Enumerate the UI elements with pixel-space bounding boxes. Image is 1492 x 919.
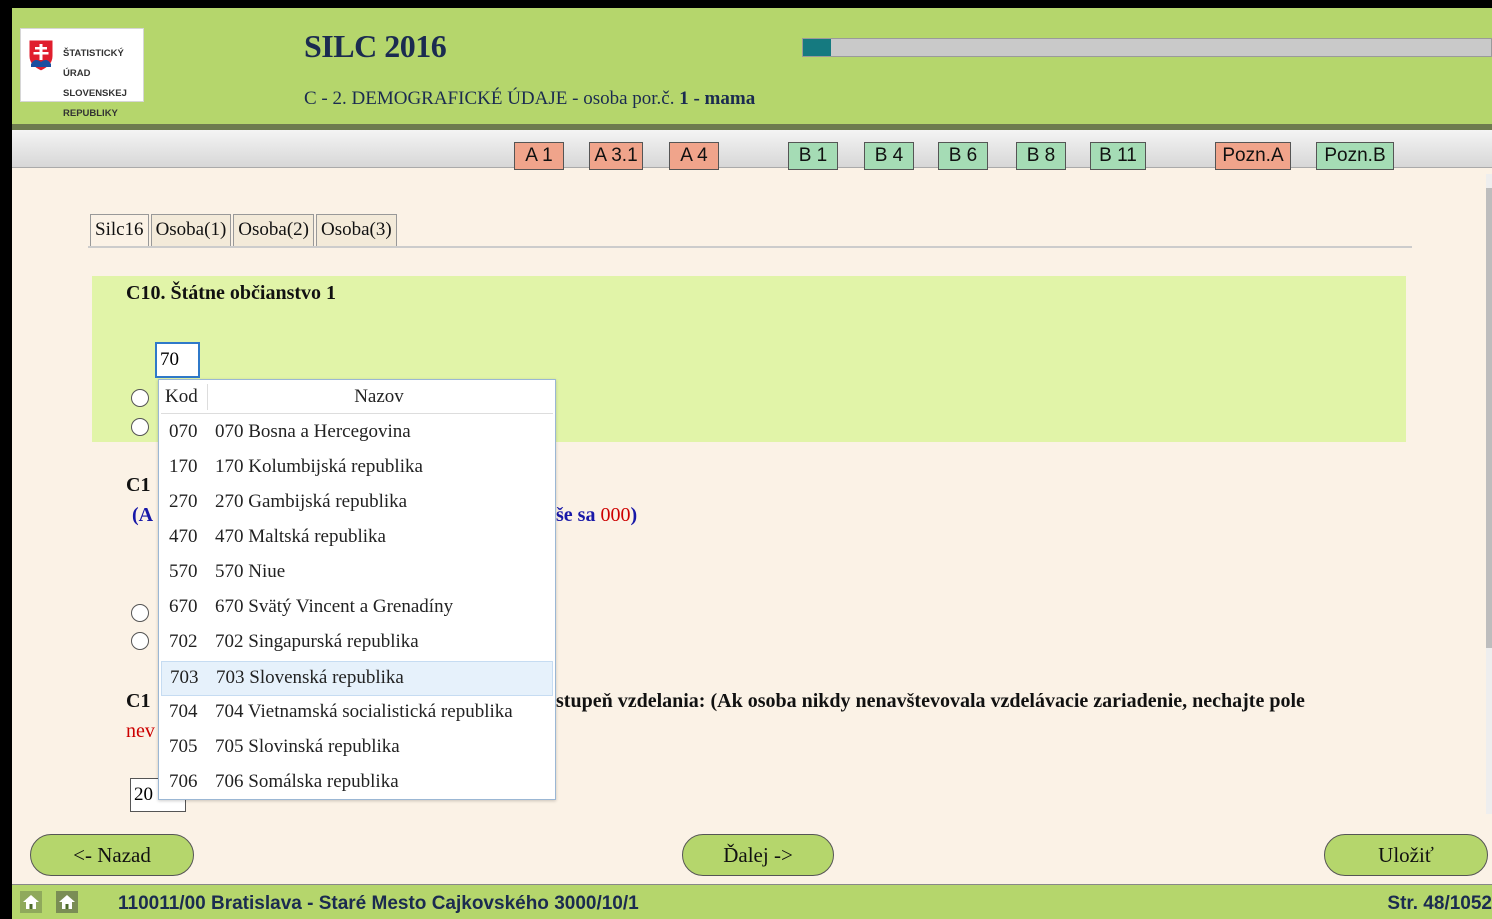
tab-osoba-1[interactable]: Osoba(1) [150,214,232,246]
dropdown-option[interactable]: 702 702 Singapurská republika [161,626,553,661]
tab-osoba-3[interactable]: Osoba(3) [315,214,397,246]
logo-text: ŠTATISTICKÝ ÚRAD SLOVENSKEJ REPUBLIKY [63,39,143,129]
page-counter: Str. 48/1052 [1387,893,1492,914]
logo-line: REPUBLIKY [63,108,118,119]
dropdown-header: Kod Nazov [161,382,553,414]
next-button[interactable]: Ďalej -> [682,834,834,876]
option-code: 705 [169,736,198,757]
app-window: ŠTATISTICKÝ ÚRAD SLOVENSKEJ REPUBLIKY SI… [12,8,1492,919]
home-person-icon[interactable] [56,891,78,913]
statistics-office-logo: ŠTATISTICKÝ ÚRAD SLOVENSKEJ REPUBLIKY [20,28,144,119]
section-subtitle: C - 2. DEMOGRAFICKÉ ÚDAJE - osoba por.č.… [304,88,755,110]
option-name: 070 Bosna a Hercegovina [215,421,411,442]
progress-fill [803,39,831,56]
subtitle-text: C - 2. DEMOGRAFICKÉ ÚDAJE - osoba por.č. [304,88,680,109]
option-name: 706 Somálska republika [215,771,399,792]
option-code: 704 [169,701,198,722]
option-name: 705 Slovinská republika [215,736,400,757]
option-name: 570 Niue [215,561,286,582]
household-address: 110011/00 Bratislava - Staré Mesto Cajko… [118,893,639,914]
option-code: 702 [169,631,198,652]
tab-osoba-2[interactable]: Osoba(2) [233,214,314,246]
c10-option-radio[interactable] [131,389,149,407]
note-code: 000 [600,504,631,526]
c11-option-radio[interactable] [131,632,149,650]
nav-button-a1[interactable]: A 1 [514,142,564,170]
dropdown-col-code: Kod [165,386,198,407]
question-c12-text: stupeň vzdelania: (Ak osoba nikdy nenavš… [556,690,1305,712]
option-code: 070 [169,421,198,442]
question-c11-note-start: (A [132,504,154,526]
option-code: 170 [169,456,198,477]
note-text: še sa [556,504,601,526]
question-c11-label: C1 [126,474,151,496]
dropdown-option[interactable]: 270 270 Gambijská republika [161,486,553,521]
tab-divider [88,246,1412,248]
tab-silc16[interactable]: Silc16 [90,214,149,248]
dropdown-option[interactable]: 170 170 Kolumbijská republika [161,451,553,486]
option-code: 570 [169,561,198,582]
back-button[interactable]: <- Nazad [30,834,194,876]
nav-button-pozn-a[interactable]: Pozn.A [1215,142,1291,170]
option-name: 270 Gambijská republika [215,491,408,512]
dropdown-option[interactable]: 070 070 Bosna a Hercegovina [161,416,553,451]
person-tabs: Silc16 Osoba(1) Osoba(2) Osoba(3) [90,214,399,248]
nav-button-b6[interactable]: B 6 [938,142,988,170]
progress-bar [802,38,1492,57]
logo-line: ÚRAD [63,68,91,79]
survey-title: SILC 2016 [304,28,447,64]
save-button[interactable]: Uložiť [1324,834,1488,876]
section-nav-bar: A 1 A 3.1 A 4 B 1 B 4 B 6 B 8 B 11 Pozn.… [12,130,1492,170]
option-code: 270 [169,491,198,512]
page-scrollbar-thumb[interactable] [1486,188,1492,648]
citizenship-code-input[interactable] [155,342,200,378]
question-c12-label: C1 [126,690,151,712]
option-code: 706 [169,771,198,792]
option-name: 704 Vietnamská socialistická republika [215,701,513,722]
nav-button-b8[interactable]: B 8 [1016,142,1066,170]
question-c12-note: nev [126,720,155,742]
dropdown-option[interactable]: 705 705 Slovinská republika [161,731,553,766]
person-name: 1 - mama [679,88,756,109]
option-code: 703 [170,667,199,688]
header: ŠTATISTICKÝ ÚRAD SLOVENSKEJ REPUBLIKY SI… [12,8,1492,130]
option-name: 702 Singapurská republika [215,631,419,652]
dropdown-option[interactable]: 703 703 Slovenská republika [161,661,553,696]
option-name: 703 Slovenská republika [216,667,404,688]
c10-option-radio[interactable] [131,418,149,436]
nav-button-a4[interactable]: A 4 [669,142,719,170]
c11-option-radio[interactable] [131,604,149,622]
option-code: 470 [169,526,198,547]
nav-button-a3-1[interactable]: A 3.1 [589,142,643,170]
dropdown-option[interactable]: 670 670 Svätý Vincent a Grenadíny [161,591,553,626]
option-name: 470 Maltská republika [215,526,386,547]
option-name: 670 Svätý Vincent a Grenadíny [215,596,454,617]
dropdown-option[interactable]: 470 470 Maltská republika [161,521,553,556]
question-c11-note-end: še sa 000) [556,504,637,527]
nav-button-pozn-b[interactable]: Pozn.B [1316,142,1394,170]
nav-button-b1[interactable]: B 1 [788,142,838,170]
nav-button-b11[interactable]: B 11 [1090,142,1146,170]
home-icon[interactable] [20,891,42,913]
citizenship-autocomplete-dropdown: Kod Nazov 070 070 Bosna a Hercegovina 170 1… [158,379,556,800]
dropdown-option[interactable]: 706 706 Somálska republika [161,766,553,801]
dropdown-option[interactable]: 570 570 Niue [161,556,553,591]
status-bar: 110011/00 Bratislava - Staré Mesto Cajko… [12,884,1492,919]
option-name: 170 Kolumbijská republika [215,456,423,477]
column-divider [207,384,208,410]
question-c10-label: C10. Štátne občianstvo 1 [126,282,337,304]
logo-line: SLOVENSKEJ [63,88,127,99]
option-code: 670 [169,596,198,617]
dropdown-col-name: Nazov [354,386,404,407]
nav-button-b4[interactable]: B 4 [864,142,914,170]
slovak-coat-of-arms-icon [28,39,54,72]
dropdown-option[interactable]: 704 704 Vietnamská socialistická republik… [161,696,553,731]
note-close: ) [630,504,638,526]
logo-line: ŠTATISTICKÝ [63,48,124,59]
